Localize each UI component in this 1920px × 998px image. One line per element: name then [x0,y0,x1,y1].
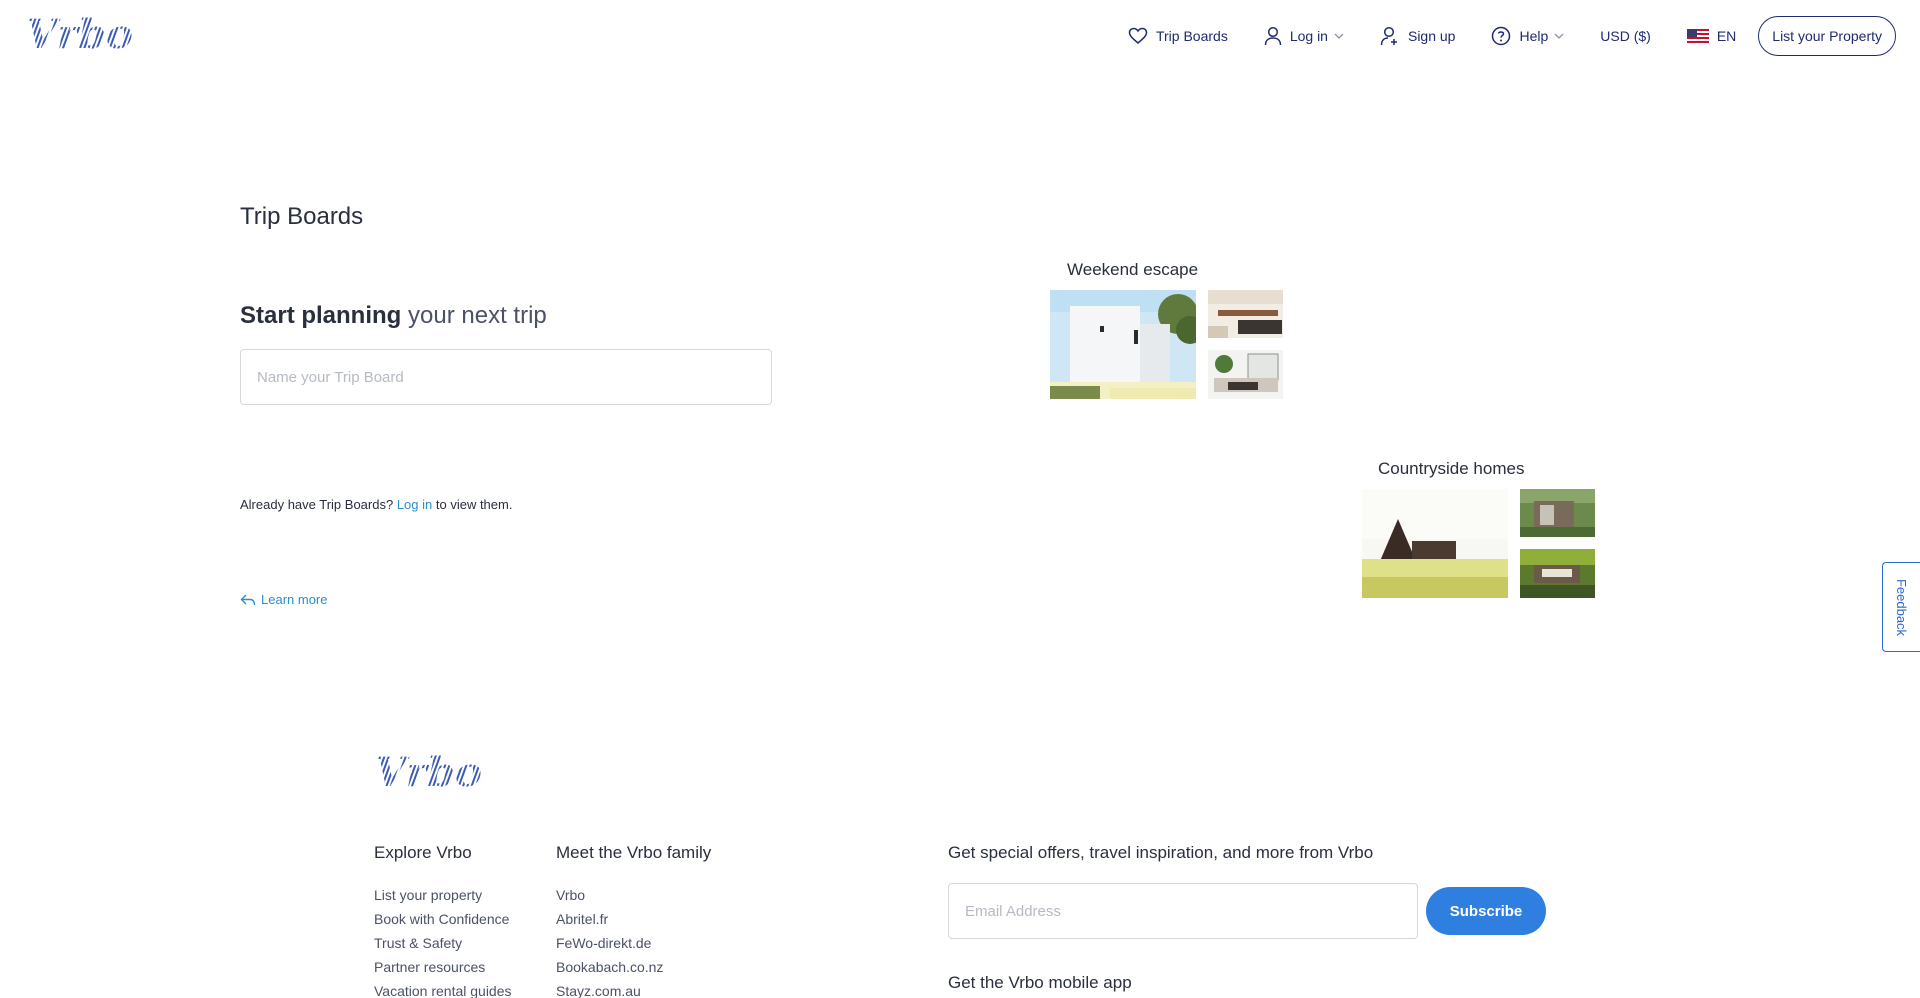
board-countryside-homes[interactable]: Countryside homes [1362,459,1596,599]
chevron-down-icon [1554,33,1564,39]
nav-help-label: Help [1519,28,1549,44]
footer-link[interactable]: Abritel.fr [556,907,663,931]
plan-heading-light: your next trip [408,302,547,329]
property-photo [1208,350,1283,399]
list-your-property-button[interactable]: List your Property [1758,16,1896,56]
learn-more-label: Learn more [261,592,328,607]
footer-link[interactable]: Bookabach.co.nz [556,955,663,979]
nav-log-in-label: Log in [1289,28,1328,44]
nav-help[interactable]: Help [1491,26,1564,46]
help-icon [1492,26,1511,46]
header: Vrbo Trip Boards Log in Sign up Help USD… [0,0,1920,72]
log-in-link[interactable]: Log in [397,497,432,512]
nav-sign-up[interactable]: Sign up [1380,26,1455,46]
nav-language[interactable]: EN [1686,28,1737,44]
footer-link[interactable]: Partner resources [374,955,512,979]
footer-link[interactable]: Book with Confidence [374,907,512,931]
add-user-icon [1380,26,1397,46]
svg-text:Vrbo: Vrbo [375,750,482,794]
footer-explore-list: List your property Book with Confidence … [374,883,512,998]
newsletter-title: Get special offers, travel inspiration, … [948,843,1374,862]
feedback-label: Feedback [1894,578,1909,636]
nav-trip-boards[interactable]: Trip Boards [1128,27,1228,45]
plan-heading-bold: Start planning [240,302,402,329]
email-input[interactable] [948,883,1418,939]
page-title: Trip Boards [240,203,364,230]
svg-text:Vrbo: Vrbo [26,12,133,56]
footer-link[interactable]: Vacation rental guides [374,979,512,998]
mobile-app-title: Get the Vrbo mobile app [948,973,1132,992]
nav-sign-up-label: Sign up [1407,28,1456,44]
nav-language-label: EN [1716,28,1737,44]
property-photo [1520,489,1595,537]
property-photo [1050,290,1196,399]
footer-link[interactable]: Vrbo [556,883,663,907]
footer-family-list: Vrbo Abritel.fr FeWo-direkt.de Bookabach… [556,883,663,998]
subscribe-button[interactable]: Subscribe [1426,887,1546,935]
learn-more-link[interactable]: Learn more [240,592,327,607]
user-icon [1264,26,1282,46]
heart-icon [1128,27,1148,44]
board-weekend-escape[interactable]: Weekend escape [1050,260,1284,400]
property-photo [1520,549,1595,598]
feedback-tab[interactable]: Feedback [1882,562,1920,652]
nav-trip-boards-label: Trip Boards [1155,28,1228,44]
trip-board-name-input[interactable] [240,349,772,405]
already-have-boards-text: Already have Trip Boards? Log in to view… [240,497,512,512]
board-title: Countryside homes [1378,459,1525,478]
property-photo [1362,489,1508,598]
already-suffix: to view them. [435,497,513,512]
plan-heading: Start planning your next trip [240,302,547,330]
vrbo-footer-logo[interactable]: Vrbo [373,750,497,794]
share-arrow-icon [240,594,256,605]
nav-log-in[interactable]: Log in [1264,26,1344,46]
footer-family-title: Meet the Vrbo family [556,843,712,862]
footer-explore-title: Explore Vrbo [374,843,472,862]
top-nav: Trip Boards Log in Sign up Help USD ($) … [1092,16,1896,56]
nav-currency[interactable]: USD ($) [1600,28,1651,44]
footer-link[interactable]: FeWo-direkt.de [556,931,663,955]
footer-link[interactable]: List your property [374,883,512,907]
chevron-down-icon [1334,33,1344,39]
already-prefix: Already have Trip Boards? [240,497,394,512]
us-flag-icon [1686,29,1709,43]
footer-link[interactable]: Stayz.com.au [556,979,663,998]
property-photo [1208,290,1283,338]
nav-currency-label: USD ($) [1600,28,1651,44]
vrbo-logo[interactable]: Vrbo [24,12,148,56]
board-title: Weekend escape [1067,260,1199,279]
footer-link[interactable]: Trust & Safety [374,931,512,955]
